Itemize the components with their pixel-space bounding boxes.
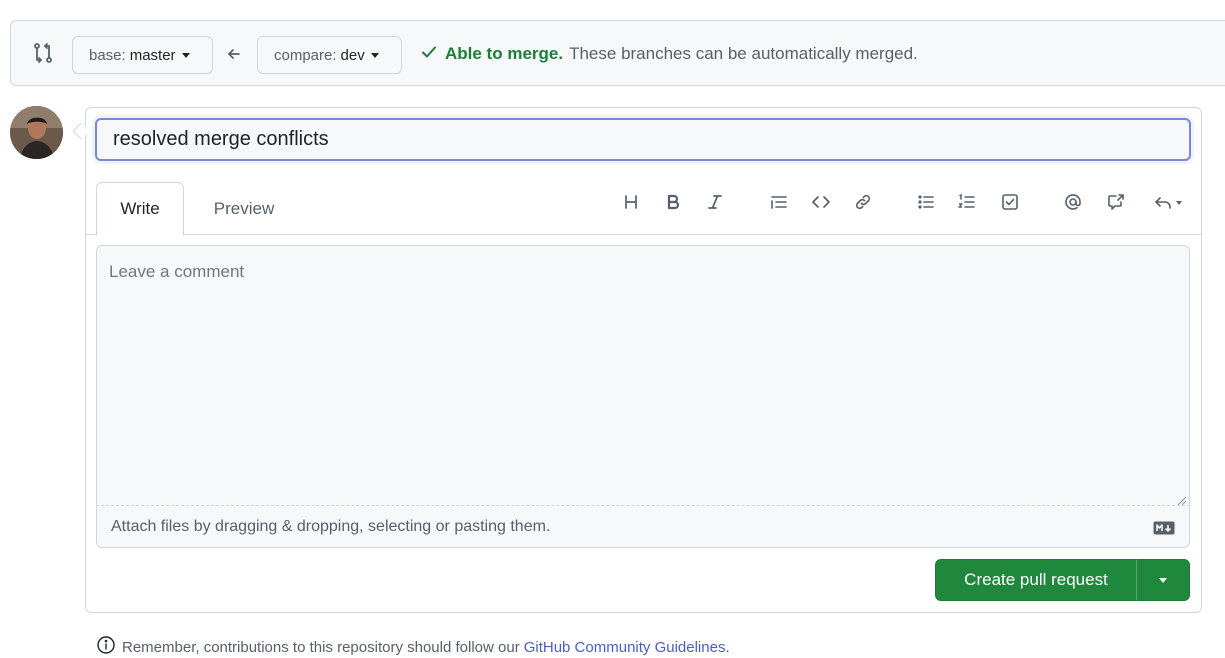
markdown-icon[interactable] bbox=[1153, 521, 1175, 535]
compare-branch-button[interactable]: compare: dev bbox=[257, 36, 402, 74]
compare-label: compare: bbox=[274, 46, 337, 64]
bold-icon[interactable] bbox=[661, 190, 685, 214]
code-icon[interactable] bbox=[809, 190, 833, 214]
editor-tabs: Write Preview bbox=[86, 182, 1201, 236]
merge-ok-text: Able to merge. bbox=[445, 44, 564, 63]
arrow-left-icon bbox=[224, 44, 244, 64]
avatar[interactable] bbox=[10, 106, 63, 159]
guidelines-text: Remember, contributions to this reposito… bbox=[122, 638, 520, 656]
tab-write[interactable]: Write bbox=[96, 182, 184, 236]
cross-reference-icon[interactable] bbox=[1104, 190, 1128, 214]
guidelines-note: Remember, contributions to this reposito… bbox=[96, 636, 730, 658]
compare-branch-name: dev bbox=[340, 46, 365, 64]
info-icon bbox=[96, 635, 122, 658]
base-branch-name: master bbox=[129, 46, 176, 64]
git-compare-icon bbox=[31, 41, 55, 65]
chevron-down-icon bbox=[370, 53, 379, 58]
link-icon[interactable] bbox=[851, 190, 875, 214]
base-branch-button[interactable]: base: master bbox=[72, 36, 213, 74]
italic-icon[interactable] bbox=[703, 190, 727, 214]
quote-icon[interactable] bbox=[767, 190, 791, 214]
merge-status: Able to merge. These branches can be aut… bbox=[419, 43, 918, 65]
comment-textarea[interactable] bbox=[96, 245, 1190, 506]
mention-icon[interactable] bbox=[1061, 190, 1085, 214]
chevron-down-icon bbox=[1159, 577, 1167, 583]
create-options-dropdown-button[interactable] bbox=[1136, 559, 1190, 601]
check-icon bbox=[419, 42, 439, 67]
task-list-icon[interactable] bbox=[998, 190, 1022, 214]
guidelines-period: . bbox=[725, 638, 730, 656]
merge-message: These branches can be automatically merg… bbox=[569, 44, 918, 63]
heading-icon[interactable] bbox=[619, 190, 643, 214]
create-pull-request-button[interactable]: Create pull request bbox=[935, 559, 1137, 601]
ordered-list-icon[interactable] bbox=[955, 190, 979, 214]
saved-replies-icon[interactable] bbox=[1147, 190, 1187, 214]
chevron-down-icon bbox=[181, 53, 190, 58]
attach-files-text: Attach files by dragging & dropping, sel… bbox=[111, 517, 551, 535]
community-guidelines-link[interactable]: GitHub Community Guidelines bbox=[524, 639, 726, 656]
chevron-down-icon bbox=[1175, 200, 1182, 205]
base-label: base: bbox=[89, 46, 126, 64]
compare-bar: base: master compare: dev Able to merge.… bbox=[10, 20, 1225, 86]
tab-preview[interactable]: Preview bbox=[194, 182, 294, 235]
resize-handle[interactable] bbox=[1175, 493, 1187, 506]
title-input[interactable] bbox=[95, 118, 1191, 161]
attach-files-bar[interactable]: Attach files by dragging & dropping, sel… bbox=[96, 506, 1190, 548]
unordered-list-icon[interactable] bbox=[914, 190, 938, 214]
